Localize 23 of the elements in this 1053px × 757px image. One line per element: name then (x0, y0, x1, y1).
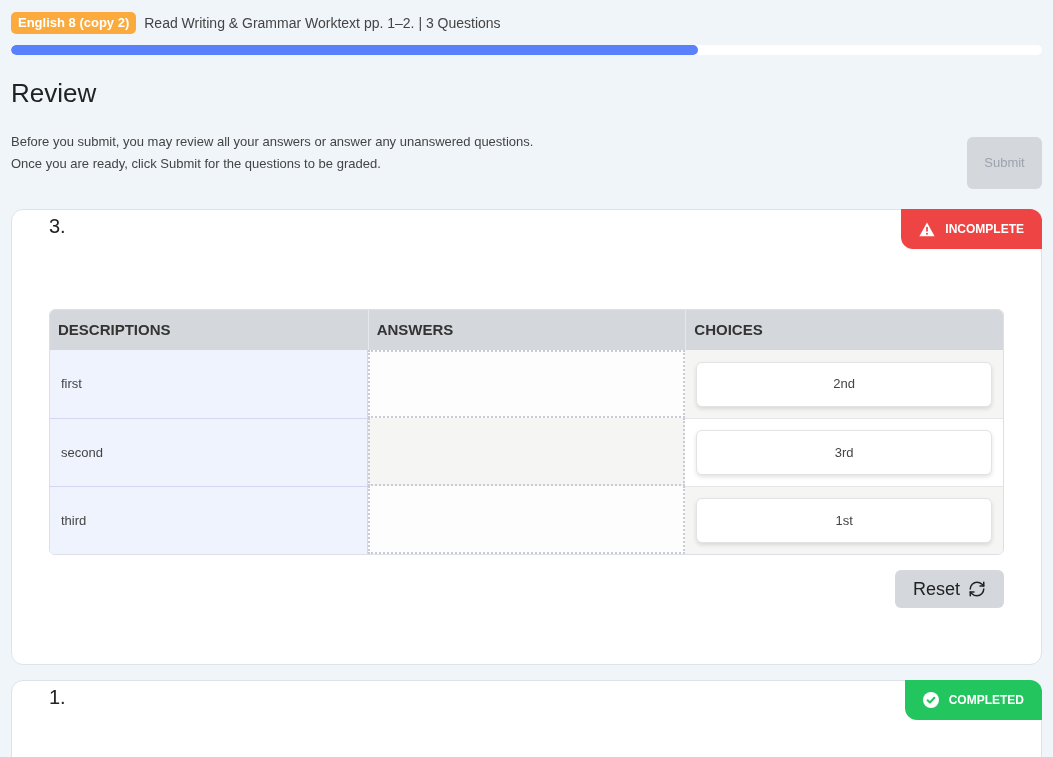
reset-button[interactable]: Reset (895, 570, 1004, 608)
instruction-text: Once you are ready, click Submit for the questions to be graded. (11, 155, 381, 173)
description-cell: second (50, 418, 368, 486)
check-circle-icon (922, 692, 939, 708)
answer-drop-field[interactable] (367, 486, 686, 554)
answer-drop-field[interactable] (367, 418, 686, 486)
course-badge: English 8 (copy 2) (11, 12, 137, 34)
choice-chip[interactable]: 1st (696, 498, 992, 543)
assignment-title: Read Writing & Grammar Worktext pp. 1–2. | 3 Questions (144, 13, 501, 33)
status-label: INCOMPLETE (945, 221, 1024, 238)
status-label: COMPLETED (948, 692, 1024, 709)
refresh-icon (968, 580, 986, 598)
description-cell: third (50, 486, 368, 554)
warning-icon (919, 221, 936, 237)
choice-chip[interactable]: 3rd (696, 430, 992, 475)
question-number: 3. (49, 214, 66, 239)
page-heading: Review (11, 77, 97, 110)
instruction-text: Before you submit, you may review all your answers or answer any unanswered questions. (11, 133, 534, 151)
description-cell: first (50, 350, 368, 418)
choice-chip[interactable]: 2nd (696, 361, 992, 407)
question-number: 1. (49, 685, 66, 710)
column-header: DESCRIPTIONS (57, 319, 172, 340)
answer-drop-field[interactable] (367, 350, 686, 418)
